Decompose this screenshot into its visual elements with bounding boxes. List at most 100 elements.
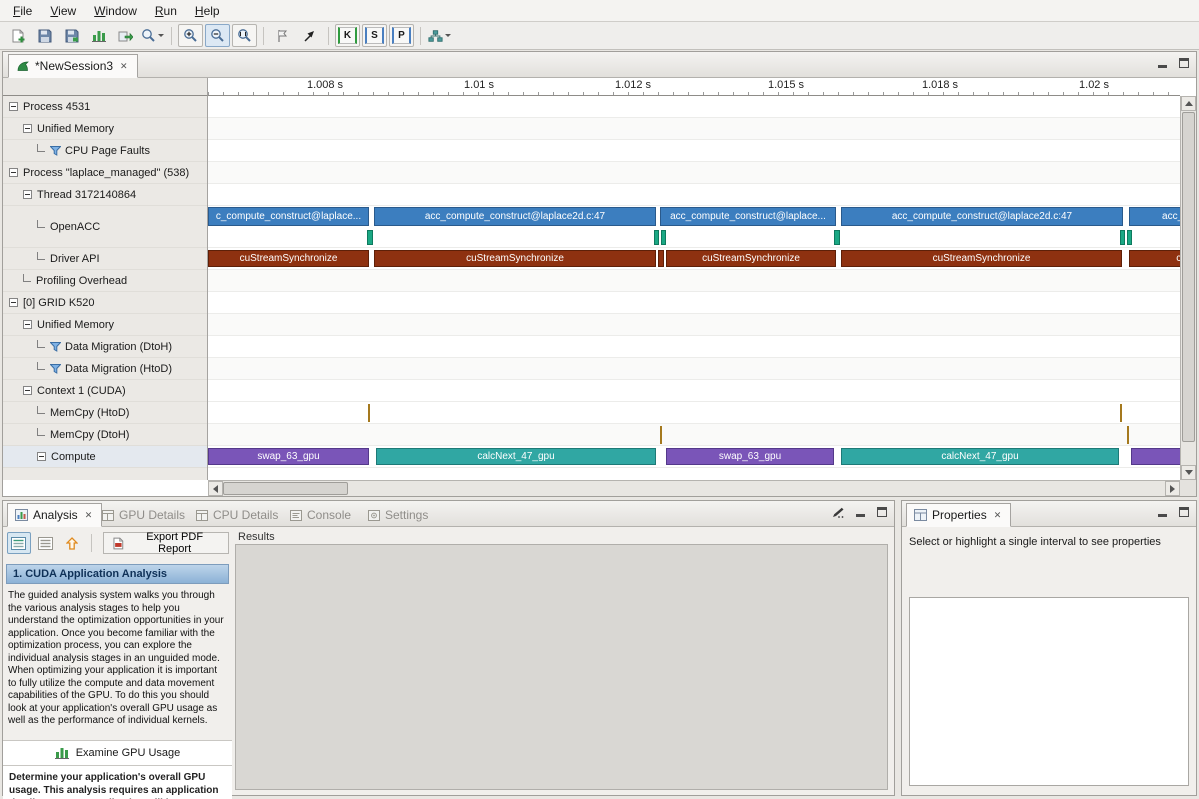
openacc-interval[interactable]: acc_compute_construct@laplace2d.c:47 bbox=[841, 207, 1123, 226]
tree-row-memcpy-dtoh[interactable]: MemCpy (DtoH) bbox=[3, 424, 207, 446]
openacc-marker[interactable] bbox=[1120, 230, 1125, 245]
stream-toggle-button[interactable]: S bbox=[362, 24, 387, 47]
menu-file[interactable]: File bbox=[4, 1, 41, 21]
tab-properties[interactable]: Properties ✕ bbox=[906, 503, 1011, 527]
scroll-right-icon[interactable] bbox=[1165, 481, 1180, 496]
close-icon[interactable]: ✕ bbox=[992, 509, 1004, 522]
kernel-interval[interactable]: swap_63_gpu bbox=[208, 448, 369, 465]
maximize-icon[interactable] bbox=[1176, 57, 1192, 71]
timeline-ruler[interactable]: 1.008 s 1.01 s 1.012 s 1.015 s 1.018 s 1… bbox=[208, 78, 1180, 96]
menu-window[interactable]: Window bbox=[85, 1, 146, 21]
collapse-icon[interactable] bbox=[9, 298, 18, 307]
minimize-icon[interactable] bbox=[1154, 506, 1170, 520]
menu-view[interactable]: View bbox=[41, 1, 85, 21]
collapse-icon[interactable] bbox=[9, 102, 18, 111]
zoom-fit-button[interactable] bbox=[232, 24, 257, 47]
save-as-button[interactable] bbox=[59, 24, 84, 47]
tree-row-memcpy-htod[interactable]: MemCpy (HtoD) bbox=[3, 402, 207, 424]
zoom-out-button[interactable] bbox=[205, 24, 230, 47]
tree-row-gpu-unified-memory[interactable]: Unified Memory bbox=[3, 314, 207, 336]
filter-icon[interactable] bbox=[50, 146, 61, 156]
minimize-icon[interactable] bbox=[1154, 57, 1170, 71]
kernel-interval[interactable]: calcNext_47_gpu bbox=[841, 448, 1119, 465]
filter-icon[interactable] bbox=[50, 342, 61, 352]
vertical-scrollbar[interactable] bbox=[1180, 96, 1196, 480]
collapse-icon[interactable] bbox=[9, 168, 18, 177]
driver-api-interval[interactable]: cuStreamSynchronize bbox=[666, 250, 836, 267]
maximize-icon[interactable] bbox=[1176, 506, 1192, 520]
kernel-interval[interactable] bbox=[1131, 448, 1180, 465]
zoom-in-button[interactable] bbox=[178, 24, 203, 47]
driver-api-interval[interactable]: cuStreamSynchronize bbox=[208, 250, 369, 267]
close-icon[interactable]: ✕ bbox=[83, 509, 95, 522]
tree-row-grid-k520[interactable]: [0] GRID K520 bbox=[3, 292, 207, 314]
openacc-marker[interactable] bbox=[654, 230, 659, 245]
tree-row-data-migration-dtoh[interactable]: Data Migration (DtoH) bbox=[3, 336, 207, 358]
tab-analysis[interactable]: Analysis ✕ bbox=[7, 503, 102, 527]
save-button[interactable] bbox=[32, 24, 57, 47]
tab-console[interactable]: Console bbox=[283, 503, 358, 527]
zoom-settings-button[interactable] bbox=[140, 24, 165, 47]
collapse-icon[interactable] bbox=[23, 386, 32, 395]
export-button[interactable] bbox=[113, 24, 138, 47]
back-up-button[interactable] bbox=[60, 532, 84, 554]
tree-row-unified-memory[interactable]: Unified Memory bbox=[3, 118, 207, 140]
horizontal-scrollbar[interactable] bbox=[208, 480, 1180, 496]
openacc-marker[interactable] bbox=[1127, 230, 1132, 245]
memcpy-htod-interval[interactable] bbox=[1120, 404, 1122, 422]
horizontal-scroll-thumb[interactable] bbox=[223, 482, 348, 495]
export-pdf-button[interactable]: Export PDF Report bbox=[103, 532, 229, 554]
menu-help[interactable]: Help bbox=[186, 1, 229, 21]
openacc-marker[interactable] bbox=[367, 230, 373, 245]
flag-tool-button[interactable] bbox=[270, 24, 295, 47]
driver-api-interval-small[interactable] bbox=[658, 250, 664, 267]
close-icon[interactable]: ✕ bbox=[118, 60, 130, 73]
openacc-interval[interactable]: c_compute_construct@laplace... bbox=[208, 207, 369, 226]
openacc-interval[interactable]: acc_compute_construct@laplace... bbox=[660, 207, 836, 226]
tree-row-driver-api[interactable]: Driver API bbox=[3, 248, 207, 270]
scroll-up-icon[interactable] bbox=[1181, 96, 1196, 111]
collapse-icon[interactable] bbox=[37, 452, 46, 461]
driver-api-interval[interactable]: cuS... bbox=[1129, 250, 1180, 267]
timeline-tracks[interactable]: c_compute_construct@laplace... acc_compu… bbox=[208, 96, 1180, 480]
vertical-scroll-thumb[interactable] bbox=[1182, 112, 1195, 442]
tab-settings[interactable]: Settings bbox=[361, 503, 435, 527]
tree-row-context-1[interactable]: Context 1 (CUDA) bbox=[3, 380, 207, 402]
openacc-interval[interactable]: acc_compute_construct@laplace2d.c:47 bbox=[374, 207, 656, 226]
collapse-icon[interactable] bbox=[23, 124, 32, 133]
kernel-interval[interactable]: swap_63_gpu bbox=[666, 448, 834, 465]
scroll-down-icon[interactable] bbox=[1181, 465, 1196, 480]
timeline-chart-button[interactable] bbox=[86, 24, 111, 47]
menu-run[interactable]: Run bbox=[146, 1, 186, 21]
marker-tool-button[interactable] bbox=[297, 24, 322, 47]
memcpy-dtoh-interval[interactable] bbox=[1127, 426, 1129, 444]
memcpy-dtoh-interval[interactable] bbox=[660, 426, 662, 444]
kernel-interval[interactable]: calcNext_47_gpu bbox=[376, 448, 656, 465]
unguided-mode-button[interactable] bbox=[34, 532, 58, 554]
filter-icon[interactable] bbox=[50, 364, 61, 374]
maximize-icon[interactable] bbox=[874, 506, 890, 520]
tree-row-cpu-page-faults[interactable]: CPU Page Faults bbox=[3, 140, 207, 162]
process-toggle-button[interactable]: P bbox=[389, 24, 414, 47]
driver-api-interval[interactable]: cuStreamSynchronize bbox=[374, 250, 656, 267]
examine-gpu-usage-button[interactable]: Examine GPU Usage bbox=[3, 740, 232, 766]
analysis-menu-button[interactable] bbox=[427, 24, 452, 47]
memcpy-htod-interval[interactable] bbox=[368, 404, 370, 422]
tab-gpu-details[interactable]: GPU Details bbox=[95, 503, 192, 527]
driver-api-interval[interactable]: cuStreamSynchronize bbox=[841, 250, 1122, 267]
view-menu-icon[interactable] bbox=[830, 506, 846, 520]
tree-row-openacc[interactable]: OpenACC bbox=[3, 206, 207, 248]
scroll-left-icon[interactable] bbox=[208, 481, 223, 496]
tree-row-compute[interactable]: Compute bbox=[3, 446, 207, 468]
tree-row-data-migration-htod[interactable]: Data Migration (HtoD) bbox=[3, 358, 207, 380]
tab-session[interactable]: *NewSession3 ✕ bbox=[8, 54, 138, 78]
openacc-marker[interactable] bbox=[661, 230, 666, 245]
minimize-icon[interactable] bbox=[852, 506, 868, 520]
openacc-interval[interactable]: acc_comp... bbox=[1129, 207, 1180, 226]
collapse-icon[interactable] bbox=[23, 190, 32, 199]
kernel-toggle-button[interactable]: K bbox=[335, 24, 360, 47]
tree-row-process-laplace[interactable]: Process "laplace_managed" (538) bbox=[3, 162, 207, 184]
collapse-icon[interactable] bbox=[23, 320, 32, 329]
new-session-button[interactable] bbox=[5, 24, 30, 47]
tab-cpu-details[interactable]: CPU Details bbox=[189, 503, 285, 527]
